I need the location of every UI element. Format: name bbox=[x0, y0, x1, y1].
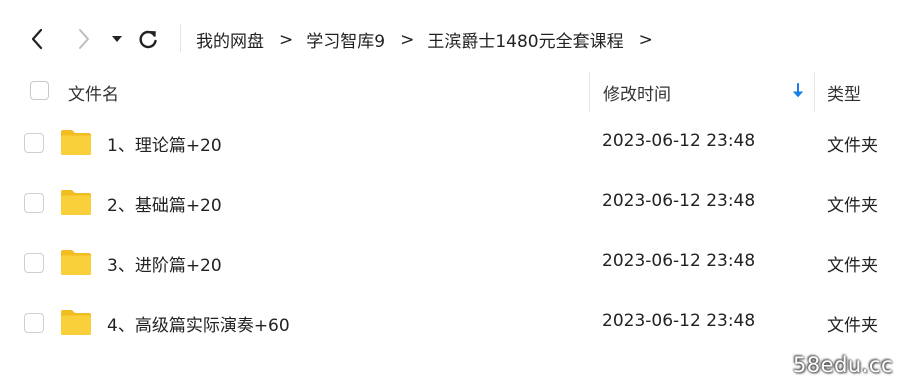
file-name[interactable]: 1、理论篇+20 bbox=[107, 131, 222, 156]
folder-icon bbox=[61, 130, 91, 155]
file-type: 文件夹 bbox=[827, 196, 878, 216]
breadcrumb-item-root[interactable]: 我的网盘 bbox=[196, 27, 264, 52]
breadcrumb-separator: > bbox=[279, 29, 294, 50]
column-header-type[interactable]: 类型 bbox=[827, 80, 861, 105]
file-list-header bbox=[0, 72, 903, 114]
breadcrumb-separator: > bbox=[400, 29, 415, 50]
file-modified: 2023-06-12 23:48 bbox=[602, 191, 756, 211]
forward-button[interactable] bbox=[69, 22, 99, 56]
file-modified: 2023-06-12 23:48 bbox=[602, 131, 756, 151]
file-name[interactable]: 3、进阶篇+20 bbox=[107, 251, 222, 276]
toolbar: 我的网盘 > 学习智库9 > 王滨爵士1480元全套课程 > bbox=[0, 0, 903, 72]
row-checkbox[interactable] bbox=[24, 313, 44, 333]
table-row[interactable]: 4、高级篇实际演奏+60 2023-06-12 23:48 文件夹 bbox=[0, 294, 903, 354]
caret-down-icon bbox=[112, 36, 122, 42]
chevron-left-icon bbox=[31, 28, 43, 50]
refresh-button[interactable] bbox=[133, 22, 163, 56]
column-header-name[interactable]: 文件名 bbox=[68, 80, 119, 105]
folder-icon bbox=[61, 250, 91, 275]
chevron-right-icon bbox=[79, 29, 89, 49]
table-row[interactable]: 1、理论篇+20 2023-06-12 23:48 文件夹 bbox=[0, 114, 903, 174]
arrow-down-icon[interactable] bbox=[790, 82, 806, 100]
file-modified: 2023-06-12 23:48 bbox=[602, 311, 756, 331]
column-header-modified[interactable]: 修改时间 bbox=[603, 80, 671, 105]
breadcrumb: 我的网盘 > 学习智库9 > 王滨爵士1480元全套课程 > bbox=[196, 27, 666, 53]
refresh-icon bbox=[139, 30, 157, 49]
column-divider[interactable] bbox=[814, 72, 815, 112]
table-row[interactable]: 3、进阶篇+20 2023-06-12 23:48 文件夹 bbox=[0, 234, 903, 294]
column-divider[interactable] bbox=[589, 72, 590, 112]
folder-icon bbox=[61, 310, 91, 335]
breadcrumb-item-library[interactable]: 学习智库9 bbox=[306, 27, 385, 52]
file-name[interactable]: 2、基础篇+20 bbox=[107, 191, 222, 216]
select-all-checkbox[interactable] bbox=[30, 81, 49, 100]
toolbar-divider bbox=[180, 24, 181, 52]
file-type: 文件夹 bbox=[827, 316, 878, 336]
breadcrumb-separator[interactable]: > bbox=[639, 30, 653, 50]
file-type: 文件夹 bbox=[827, 256, 878, 276]
folder-icon bbox=[61, 190, 91, 215]
breadcrumb-item-course[interactable]: 王滨爵士1480元全套课程 bbox=[427, 27, 623, 52]
row-checkbox[interactable] bbox=[24, 133, 44, 153]
file-name[interactable]: 4、高级篇实际演奏+60 bbox=[107, 311, 290, 336]
back-button[interactable] bbox=[22, 22, 52, 56]
file-type: 文件夹 bbox=[827, 136, 878, 156]
row-checkbox[interactable] bbox=[24, 253, 44, 273]
history-dropdown-button[interactable] bbox=[104, 22, 130, 56]
row-checkbox[interactable] bbox=[24, 193, 44, 213]
table-row[interactable]: 2、基础篇+20 2023-06-12 23:48 文件夹 bbox=[0, 174, 903, 234]
watermark: 58edu.cc bbox=[792, 353, 893, 377]
file-modified: 2023-06-12 23:48 bbox=[602, 251, 756, 271]
